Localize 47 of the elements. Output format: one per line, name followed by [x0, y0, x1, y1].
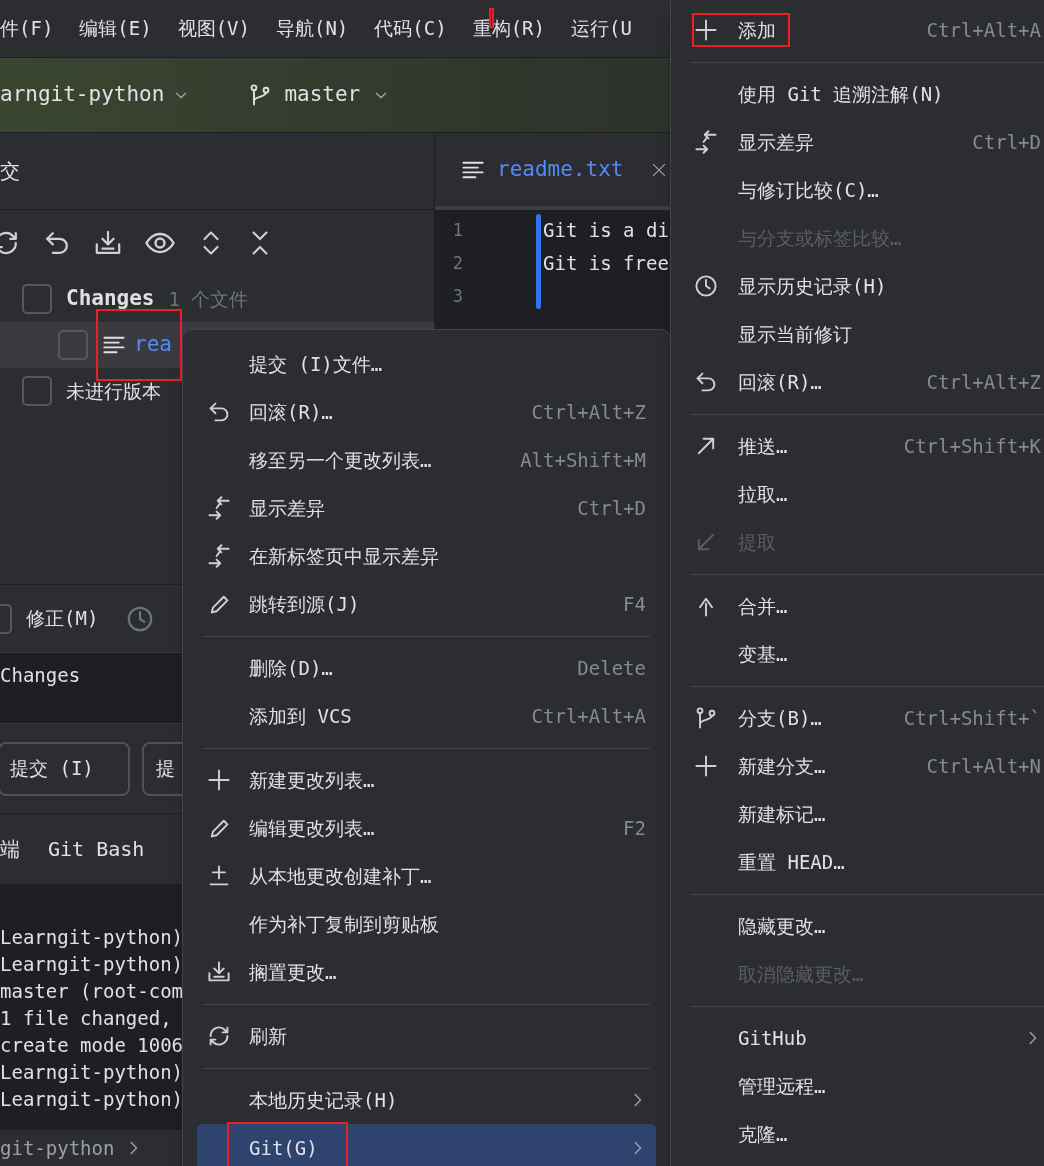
menu-label: 使用 Git 追溯注解(N)	[738, 81, 944, 107]
menu-label: 与修订比较(C)…	[738, 177, 879, 203]
line-number: 3	[451, 284, 463, 308]
menu-label: 新建标记…	[738, 801, 826, 827]
menu-label: 分支(B)…	[738, 705, 822, 731]
menu-label: 克隆…	[738, 1121, 788, 1147]
panel-title: 交	[0, 158, 20, 185]
menu-label: GitHub	[738, 1025, 807, 1051]
terminal-line: master (root-com	[0, 979, 184, 1004]
shortcut-label: Ctrl+D	[972, 129, 1041, 155]
menu-label: 推送…	[738, 433, 788, 459]
menu-label: 重置 HEAD…	[738, 849, 845, 875]
file-name: rea	[134, 331, 172, 359]
menu-label: 添加	[738, 17, 776, 43]
menu-label: 变基…	[738, 641, 788, 667]
shortcut-label: F2	[623, 815, 646, 841]
shortcut-label: Ctrl+Alt+N	[926, 753, 1041, 779]
menu-label: 合并…	[738, 593, 788, 619]
menu-label: 隐藏更改…	[738, 913, 826, 939]
shortcut-label: Ctrl+Alt+Z	[926, 369, 1041, 395]
terminal-line: Learngit-python)	[0, 925, 184, 950]
shortcut-label: Ctrl+Alt+Z	[531, 399, 646, 425]
menu-label: 显示历史记录(H)	[738, 273, 887, 299]
file-count: 1 个文件	[168, 286, 249, 312]
shortcut-label: Ctrl+Alt+A	[926, 17, 1041, 43]
terminal-line: Learngit-python)	[0, 952, 184, 977]
terminal-line: create mode 1006	[0, 1033, 184, 1058]
shortcut-label: Ctrl+Shift+`	[903, 705, 1041, 731]
menu-label: 拉取…	[738, 481, 788, 507]
shortcut-label: Ctrl+Shift+K	[903, 433, 1041, 459]
code-line: Git is free	[543, 251, 669, 277]
terminal-line: 1 file changed,	[0, 1006, 172, 1031]
shortcut-label: Ctrl+Alt+A	[531, 703, 646, 729]
shortcut-label: Delete	[577, 655, 646, 681]
menu-label: 显示差异	[738, 129, 814, 155]
menu-label: 回滚(R)…	[738, 369, 822, 395]
menu-label: 显示当前修订	[738, 321, 852, 347]
line-number: 1	[451, 218, 463, 242]
terminal-line: Learngit-python)	[0, 1087, 184, 1112]
terminal-line: Learngit-python)	[0, 1060, 184, 1085]
shortcut-label: F4	[623, 591, 646, 617]
shortcut-label: Alt+Shift+M	[520, 447, 646, 473]
shortcut-label: Ctrl+D	[577, 495, 646, 521]
line-number: 2	[451, 251, 463, 275]
code-line: Git is a di	[543, 218, 669, 244]
menu-label: 管理远程…	[738, 1073, 826, 1099]
menu-label: 新建分支…	[738, 753, 826, 779]
